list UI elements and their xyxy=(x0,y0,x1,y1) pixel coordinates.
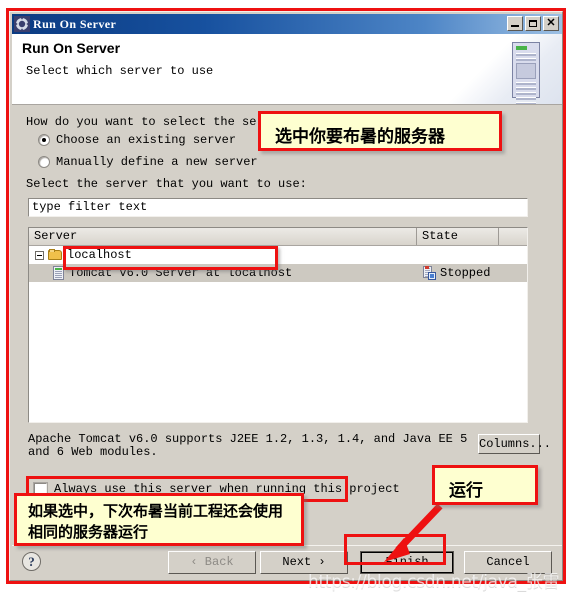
annotation-callout-select-server: 选中你要布暑的服务器 xyxy=(258,111,502,151)
annotation-text-run: 运行 xyxy=(449,481,483,501)
annotation-text-bottom-2: 相同的服务器运行 xyxy=(28,523,149,541)
screenshot-root: Run On Server ✕ Run On Server Select whi… xyxy=(0,0,572,602)
annotation-callout-always-use: 如果选中，下次布暑当前工程还会使用 相同的服务器运行 xyxy=(14,493,304,546)
annotation-text-top: 选中你要布暑的服务器 xyxy=(275,127,445,147)
annotation-text-bottom-1: 如果选中，下次布暑当前工程还会使用 xyxy=(28,502,284,520)
annotation-box-server-row xyxy=(63,246,278,270)
annotation-callout-run: 运行 xyxy=(432,465,538,505)
watermark-text: https://blog.csdn.net/java_张雷 xyxy=(308,572,560,592)
annotation-arrow-to-finish xyxy=(384,503,443,562)
